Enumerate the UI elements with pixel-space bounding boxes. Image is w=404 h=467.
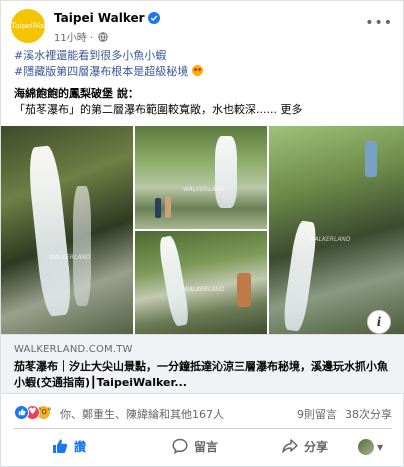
comment-button[interactable]: 留言	[172, 432, 218, 462]
chevron-down-icon: ▼	[377, 443, 384, 452]
share-count[interactable]: 38次分享	[345, 408, 392, 421]
quote-author: 海綿飽飽的鳳梨破堡 說：	[14, 87, 139, 100]
action-bar: 讚 留言 分享 ▼	[14, 432, 392, 462]
post-header: TaipeiWalker Taipei Walker 11小時 · •••	[11, 9, 395, 45]
waterfall-photo-3[interactable]: WALKERLAND i	[269, 126, 404, 334]
like-icon	[53, 439, 68, 453]
page-name[interactable]: Taipei Walker	[54, 11, 145, 25]
hashtag-2[interactable]: #隱藏版第四層瀑布根本是超級秘境	[14, 65, 188, 78]
share-label: 分享	[304, 440, 329, 454]
page-avatar[interactable]: TaipeiWalker	[11, 9, 45, 43]
waterfall-photo-2[interactable]: WALKERLAND	[135, 126, 267, 229]
avatar-icon	[358, 439, 374, 455]
verified-icon	[147, 12, 160, 24]
waterfall-photo-4[interactable]: WALKERLAND	[135, 231, 267, 334]
comment-label: 留言	[194, 440, 219, 454]
comment-count[interactable]: 9則留言	[297, 408, 337, 421]
share-icon	[282, 439, 298, 453]
info-icon[interactable]: i	[367, 310, 391, 334]
hashtag-line-1[interactable]: #溪水裡還能看到很多小魚小蝦	[14, 48, 166, 64]
react-as-selector[interactable]: ▼	[358, 438, 383, 456]
share-button[interactable]: 分享	[282, 432, 328, 462]
like-label: 讚	[74, 440, 87, 454]
engagement-counts: 9則留言 38次分享	[289, 406, 392, 422]
reactions-bar: ♥ °o° 你、鄭重生、陳緯綸和其他167人 9則留言 38次分享	[14, 405, 392, 423]
post-card: TaipeiWalker Taipei Walker 11小時 · ••• #溪…	[0, 0, 404, 467]
link-domain: WALKERLAND.COM.TW	[14, 344, 133, 355]
post-time[interactable]: 11小時	[54, 33, 87, 44]
comment-icon	[172, 438, 188, 455]
quote-text[interactable]: 「茄苳瀑布」的第二層瀑布範圍較寬敞，水也較深...... 更多	[14, 102, 302, 118]
heart-eyes-emoji-icon	[191, 65, 203, 76]
like-button[interactable]: 讚	[52, 432, 86, 462]
hashtag-line-2: #隱藏版第四層瀑布根本是超級秘境	[14, 64, 203, 80]
meta-separator: ·	[89, 33, 94, 44]
page-name-row: Taipei Walker	[54, 11, 160, 25]
more-icon[interactable]: •••	[365, 15, 393, 31]
photo-watermark: WALKERLAND	[183, 286, 225, 293]
reaction-names[interactable]: 你、鄭重生、陳緯綸和其他167人	[60, 406, 224, 422]
link-preview[interactable]: WALKERLAND.COM.TW 茄苳瀑布｜汐止大尖山景點，一分鐘抵達沁涼三層…	[1, 334, 404, 394]
photo-watermark: WALKERLAND	[183, 186, 225, 193]
waterfall-photo-1[interactable]: WALKERLAND	[1, 126, 133, 334]
like-reaction-icon[interactable]	[14, 405, 29, 420]
link-title[interactable]: 茄苳瀑布｜汐止大尖山景點，一分鐘抵達沁涼三層瀑布秘境，溪邊玩水抓小魚小蝦(交通指…	[14, 359, 392, 391]
globe-icon	[98, 32, 108, 42]
divider	[14, 428, 392, 429]
photo-grid[interactable]: WALKERLAND WALKERLAND WALKERLAND i WALKE…	[1, 126, 404, 334]
photo-watermark: WALKERLAND	[49, 254, 91, 261]
photo-watermark: WALKERLAND	[309, 236, 351, 243]
post-meta: 11小時 ·	[54, 29, 108, 44]
